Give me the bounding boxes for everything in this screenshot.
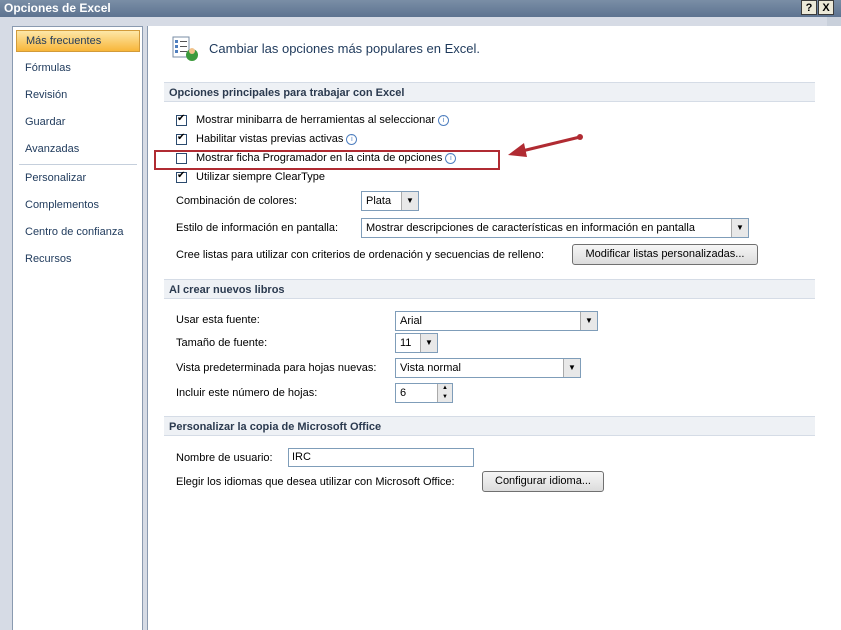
default-view-select[interactable]: Vista normal ▼ (395, 358, 581, 378)
sheet-count-value: 6 (400, 387, 407, 399)
custom-lists-label: Cree listas para utilizar con criterios … (176, 249, 545, 261)
sidebar-item-recursos[interactable]: Recursos (16, 248, 140, 270)
font-label: Usar esta fuente: (176, 314, 260, 326)
close-button[interactable]: X (818, 0, 834, 15)
spinner-arrows-icon[interactable]: ▲ ▼ (437, 384, 452, 402)
sheet-count-stepper[interactable]: 6 ▲ ▼ (395, 383, 453, 403)
highlight-box (154, 150, 500, 170)
checkbox-label-text: Mostrar minibarra de herramientas al sel… (196, 114, 436, 126)
sidebar-divider (19, 164, 137, 165)
language-label: Elegir los idiomas que desea utilizar co… (176, 476, 455, 488)
page-title: Cambiar las opciones más populares en Ex… (209, 41, 480, 56)
checkbox-live-preview[interactable] (176, 132, 187, 145)
screentip-label: Estilo de información en pantalla: (176, 222, 339, 234)
sheet-count-label: Incluir este número de hojas: (176, 387, 318, 399)
sidebar-item-avanzadas[interactable]: Avanzadas (16, 138, 140, 160)
title-bar: Opciones de Excel ? X (0, 0, 841, 17)
checkbox-cleartype-label: Utilizar siempre ClearType (196, 171, 325, 183)
checkbox-minibar-label: Mostrar minibarra de herramientas al sel… (196, 114, 450, 126)
sidebar-item-guardar[interactable]: Guardar (16, 111, 140, 133)
sidebar-item-revision[interactable]: Revisión (16, 84, 140, 106)
checkbox-label-text: Habilitar vistas previas activas (196, 133, 344, 145)
color-scheme-label: Combinación de colores: (176, 195, 298, 207)
chevron-down-icon[interactable]: ▼ (580, 312, 597, 330)
options-checklist-icon (172, 36, 198, 61)
screentip-value: Mostrar descripciones de características… (366, 222, 695, 234)
sidebar-item-mas-frecuentes[interactable]: Más frecuentes (16, 30, 140, 52)
font-size-select[interactable]: 11 ▼ (395, 333, 438, 353)
section-title-new-workbooks: Al crear nuevos libros (164, 279, 815, 299)
language-settings-button[interactable]: Configurar idioma... (482, 471, 604, 492)
chevron-down-icon[interactable]: ▼ (420, 334, 437, 352)
color-scheme-select[interactable]: Plata ▼ (361, 191, 419, 211)
chevron-down-icon[interactable]: ▼ (401, 192, 418, 210)
info-icon: i (438, 114, 450, 126)
sidebar-item-formulas[interactable]: Fórmulas (16, 57, 140, 79)
screentip-select[interactable]: Mostrar descripciones de características… (361, 218, 749, 238)
sidebar-item-centro-de-confianza[interactable]: Centro de confianza (16, 221, 140, 243)
window-title: Opciones de Excel (4, 1, 111, 15)
help-button[interactable]: ? (801, 0, 817, 15)
sidebar-item-complementos[interactable]: Complementos (16, 194, 140, 216)
username-label: Nombre de usuario: (176, 452, 273, 464)
sidebar: Más frecuentes Fórmulas Revisión Guardar… (12, 26, 143, 630)
red-arrow-annotation (508, 134, 583, 157)
default-view-label: Vista predeterminada para hojas nuevas: (176, 362, 377, 374)
checkbox-cleartype[interactable] (176, 170, 187, 183)
default-view-value: Vista normal (400, 362, 461, 374)
font-size-label: Tamaño de fuente: (176, 337, 268, 349)
sidebar-item-personalizar[interactable]: Personalizar (16, 167, 140, 189)
checkbox-minibar[interactable] (176, 113, 187, 126)
color-scheme-value: Plata (366, 195, 392, 207)
chevron-down-icon[interactable]: ▼ (731, 219, 748, 237)
checkbox-live-preview-label: Habilitar vistas previas activas i (196, 133, 358, 145)
font-select[interactable]: Arial ▼ (395, 311, 598, 331)
info-icon: i (346, 133, 358, 145)
font-value: Arial (400, 315, 423, 327)
section-title-personalize: Personalizar la copia de Microsoft Offic… (164, 416, 815, 436)
section-title-main-options: Opciones principales para trabajar con E… (164, 82, 815, 102)
chevron-down-icon[interactable]: ▼ (563, 359, 580, 377)
edit-custom-lists-button[interactable]: Modificar listas personalizadas... (572, 244, 758, 265)
username-field[interactable]: IRC (288, 448, 474, 467)
font-size-value: 11 (400, 337, 412, 349)
